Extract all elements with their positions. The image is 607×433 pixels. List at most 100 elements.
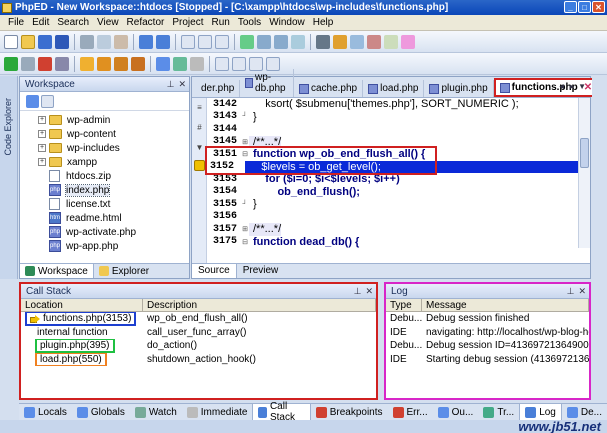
call-stack-row[interactable]: functions.php(3153) wp_ob_end_flush_all(…	[21, 312, 376, 326]
debug-browser-icon[interactable]	[156, 56, 170, 71]
tree-item-wp-activate-php[interactable]: php wp-activate.php	[20, 225, 189, 239]
comment-icon[interactable]	[291, 34, 305, 49]
plugin-icon[interactable]	[401, 34, 415, 49]
debug-settings-icon[interactable]	[367, 34, 381, 49]
expand-icon[interactable]: +	[38, 144, 46, 152]
menu-run[interactable]: Run	[207, 17, 233, 28]
redo-icon[interactable]	[156, 34, 170, 49]
fold-minus-icon[interactable]: ⊟	[241, 236, 249, 249]
fold-plus-icon[interactable]: ⊞	[241, 223, 249, 236]
editor-tab[interactable]: cache.php	[294, 80, 364, 97]
minimize-icon[interactable]: _	[564, 1, 577, 13]
editor-scrollbar[interactable]	[578, 98, 590, 248]
menu-edit[interactable]: Edit	[28, 17, 53, 28]
log-row[interactable]: Debu... Debug session finished	[386, 312, 589, 326]
expand-icon[interactable]: +	[38, 116, 46, 124]
tree-item-readme-html[interactable]: htm readme.html	[20, 211, 189, 225]
tab-globals[interactable]: Globals	[72, 404, 130, 420]
editor-tab[interactable]: plugin.php	[424, 80, 494, 97]
column-description[interactable]: Description	[143, 299, 376, 311]
tools-icon[interactable]	[333, 34, 347, 49]
menu-refactor[interactable]: Refactor	[123, 17, 169, 28]
run-dropdown-icon[interactable]	[21, 56, 35, 71]
column-location[interactable]: Location	[21, 299, 143, 311]
menu-view[interactable]: View	[93, 17, 123, 28]
close-icon[interactable]: ✕	[592, 1, 605, 13]
indent-icon[interactable]	[257, 34, 271, 49]
tab-debug[interactable]: De...	[562, 404, 607, 420]
tree-item-license-txt[interactable]: license.txt	[20, 197, 189, 211]
expand-icon[interactable]: +	[38, 130, 46, 138]
log-row[interactable]: IDE Starting debug session (4136972136490	[386, 353, 589, 367]
tree-item-wp-app-php[interactable]: php wp-app.php	[20, 239, 189, 253]
tree-item-wp-admin[interactable]: + wp-admin	[20, 113, 189, 127]
tab-immediate[interactable]: Immediate	[182, 404, 253, 420]
pause-icon[interactable]	[55, 56, 69, 71]
paste-icon[interactable]	[114, 34, 128, 49]
run-to-cursor-icon[interactable]	[131, 56, 145, 71]
menu-help[interactable]: Help	[309, 17, 338, 28]
call-stack-row[interactable]: load.php(550) shutdown_action_hook()	[21, 352, 376, 366]
tab-explorer[interactable]: Explorer	[94, 264, 154, 278]
find-next-icon[interactable]	[215, 34, 229, 49]
tab-trace[interactable]: Tr...	[478, 404, 519, 420]
outdent-icon[interactable]	[274, 34, 288, 49]
maximize-icon[interactable]: □	[578, 1, 591, 13]
tab-preview[interactable]: Preview	[237, 264, 285, 278]
tab-errors[interactable]: Err...	[388, 404, 433, 420]
debug-option-icon[interactable]	[173, 56, 187, 71]
tab-locals[interactable]: Locals	[19, 404, 72, 420]
editor-tab[interactable]: der.php	[196, 80, 241, 97]
editor-gutter[interactable]: ≡ # ▼	[192, 98, 207, 264]
save-all-icon[interactable]	[55, 34, 69, 49]
editor-tab[interactable]: load.php	[363, 80, 425, 97]
step-over-icon[interactable]	[97, 56, 111, 71]
undo-icon[interactable]	[139, 34, 153, 49]
tab-breakpoints[interactable]: Breakpoints	[311, 404, 388, 420]
pin-icon[interactable]: ⊥	[567, 286, 575, 297]
column-type[interactable]: Type	[386, 299, 422, 311]
code-area[interactable]: 3142 ksort( $submenu['themes.php'], SORT…	[194, 98, 590, 264]
replace-icon[interactable]	[198, 34, 212, 49]
workspace-filter-icon[interactable]	[26, 94, 39, 108]
call-stack-row[interactable]: internal function call_user_func_array()	[21, 326, 376, 340]
tree-item-xampp[interactable]: + xampp	[20, 155, 189, 169]
column-message[interactable]: Message	[422, 299, 589, 311]
open-folder-icon[interactable]	[21, 34, 35, 49]
pin-icon[interactable]: ⊥	[167, 79, 175, 90]
bookmark-icon[interactable]	[240, 34, 254, 49]
tab-call-stack[interactable]: Call Stack	[252, 401, 311, 423]
tree-item-wp-content[interactable]: + wp-content	[20, 127, 189, 141]
panel-close-icon[interactable]: ✕	[365, 286, 373, 297]
log-row[interactable]: Debu... Debug session ID=4136972136490000…	[386, 339, 589, 353]
step-into-icon[interactable]	[80, 56, 94, 71]
save-icon[interactable]	[38, 34, 52, 49]
help-icon[interactable]	[384, 34, 398, 49]
editor-tab[interactable]: wp-db.php	[240, 69, 294, 97]
run-icon[interactable]	[4, 56, 18, 71]
panel-close-icon[interactable]: ✕	[178, 79, 186, 90]
terminal-icon[interactable]	[316, 34, 330, 49]
new-file-icon[interactable]	[4, 34, 18, 49]
tab-source[interactable]: Source	[192, 264, 237, 278]
tree-item-htdocs-zip[interactable]: htdocs.zip	[20, 169, 189, 183]
tree-item-wp-includes[interactable]: + wp-includes	[20, 141, 189, 155]
scrollbar-thumb[interactable]	[580, 138, 589, 168]
pin-icon[interactable]: ⊥	[354, 286, 362, 297]
tab-output[interactable]: Ou...	[433, 404, 479, 420]
menu-tools[interactable]: Tools	[234, 17, 265, 28]
tree-item-index-php[interactable]: php index.php	[20, 183, 189, 197]
expand-icon[interactable]: +	[38, 158, 46, 166]
log-row[interactable]: IDE navigating: http://localhost/wp-blog-…	[386, 326, 589, 340]
cut-icon[interactable]	[80, 34, 94, 49]
tab-log[interactable]: Log	[519, 404, 562, 420]
panel-close-icon[interactable]: ✕	[578, 286, 586, 297]
find-icon[interactable]	[181, 34, 195, 49]
step-out-icon[interactable]	[114, 56, 128, 71]
menu-window[interactable]: Window	[265, 17, 309, 28]
call-stack-row[interactable]: plugin.php(395) do_action()	[21, 339, 376, 353]
tab-nav-arrows[interactable]: ◄ ► ▼	[558, 82, 586, 91]
workspace-dropdown-icon[interactable]	[41, 94, 54, 108]
menu-file[interactable]: File	[4, 17, 28, 28]
editor-body[interactable]: ≡ # ▼ 3142 ksort( $submenu['themes.php']…	[192, 98, 590, 264]
